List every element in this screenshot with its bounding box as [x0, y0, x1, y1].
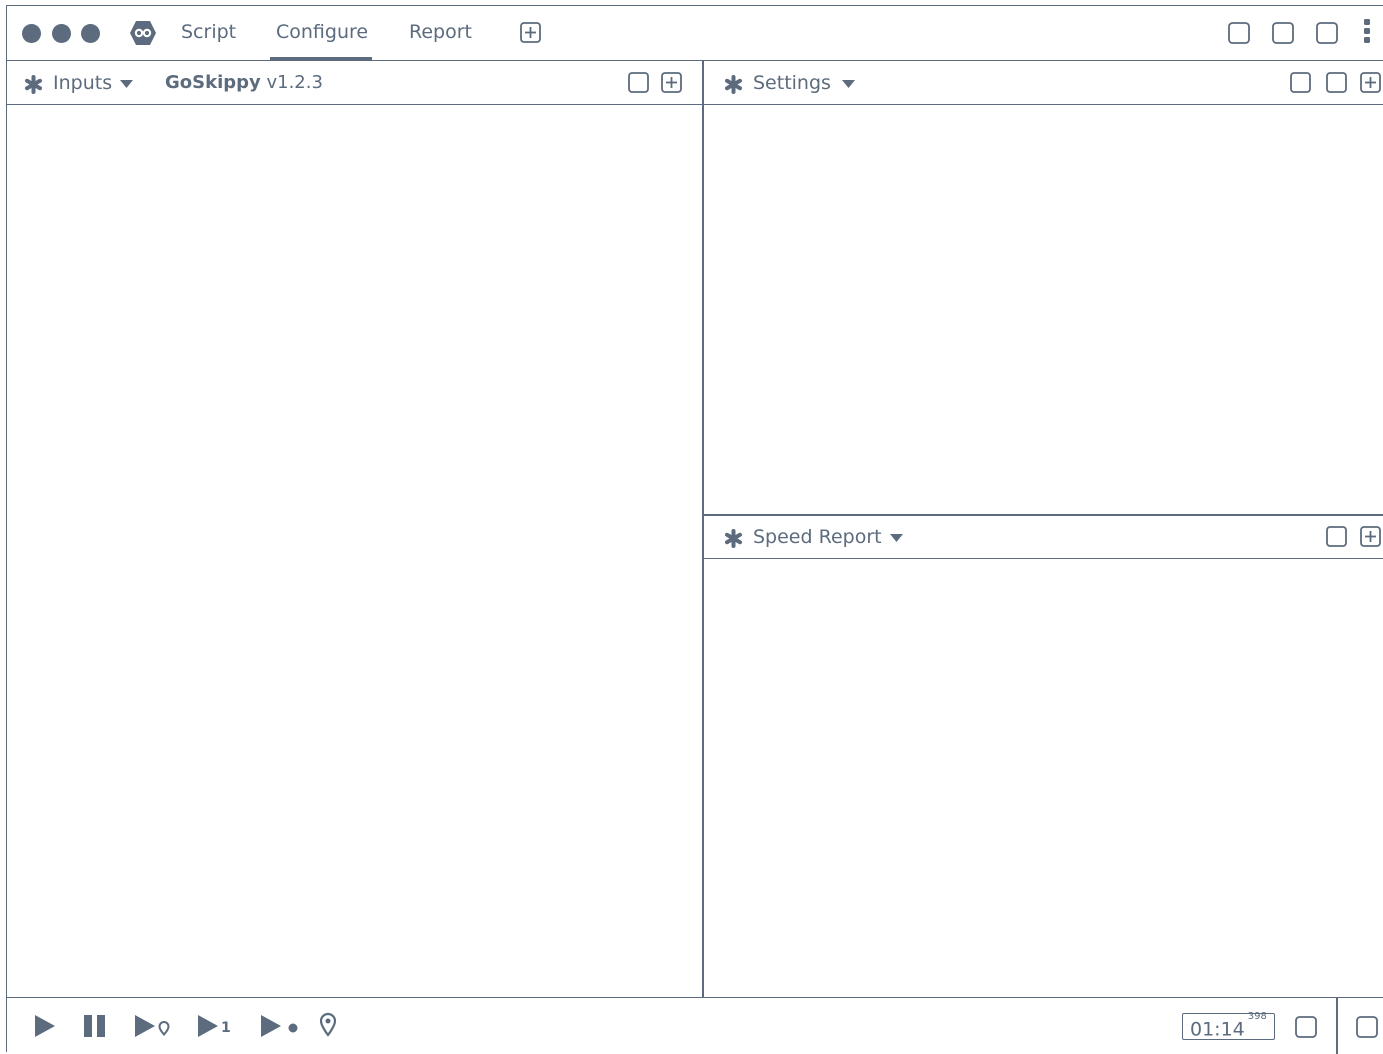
marker-icon[interactable] — [319, 1012, 337, 1038]
step-one-button[interactable]: 1 — [197, 1014, 239, 1038]
play-icon[interactable] — [34, 1014, 56, 1038]
asterisk-icon — [725, 529, 742, 548]
add-icon[interactable] — [1360, 526, 1381, 547]
chevron-down-icon[interactable] — [120, 80, 133, 88]
app-logo-icon — [130, 21, 156, 45]
asterisk-icon — [725, 75, 742, 94]
tab-report[interactable]: Report — [409, 20, 472, 60]
tab-configure[interactable]: Configure — [269, 20, 373, 61]
settings-panel-title: Settings — [753, 72, 831, 94]
playback-toolbar: 1 01:14398 — [7, 997, 1383, 1054]
tab-script[interactable]: Script — [181, 20, 236, 60]
square-icon[interactable] — [1228, 22, 1250, 44]
play-record-icon[interactable] — [260, 1014, 300, 1038]
square-icon[interactable] — [1356, 1016, 1378, 1038]
timer-main: 01:14 — [1190, 1018, 1245, 1041]
square-icon[interactable] — [1326, 526, 1347, 547]
square-icon[interactable] — [628, 72, 649, 93]
script-name: GoSkippy — [165, 72, 261, 93]
app-window: Script Configure Report Inputs GoSkippy … — [6, 5, 1383, 1054]
more-vertical-icon[interactable] — [1362, 18, 1372, 44]
step-count-label: 1 — [221, 1020, 231, 1036]
add-icon[interactable] — [661, 72, 682, 93]
square-icon[interactable] — [1295, 1016, 1317, 1038]
speed-report-panel-header: Speed Report — [703, 515, 1383, 559]
settings-panel-header: Settings — [703, 61, 1383, 105]
asterisk-icon — [25, 75, 42, 94]
pause-icon[interactable] — [83, 1014, 107, 1038]
toolbar-divider — [1336, 998, 1338, 1054]
script-version: v1.2.3 — [266, 72, 323, 93]
inputs-panel-header: Inputs GoSkippy v1.2.3 — [7, 61, 702, 105]
play-to-marker-icon[interactable] — [134, 1014, 172, 1038]
add-icon[interactable] — [1360, 72, 1381, 93]
close-window-button[interactable] — [22, 24, 41, 43]
script-version-label: GoSkippy v1.2.3 — [165, 71, 323, 95]
inputs-panel-title: Inputs — [53, 72, 113, 94]
timer-fraction: 398 — [1247, 1011, 1267, 1022]
chevron-down-icon[interactable] — [890, 534, 903, 542]
add-tab-icon[interactable] — [520, 22, 541, 43]
play-icon — [198, 1015, 218, 1037]
chevron-down-icon[interactable] — [842, 80, 855, 88]
maximize-window-button[interactable] — [81, 24, 100, 43]
square-icon[interactable] — [1290, 72, 1311, 93]
square-icon[interactable] — [1326, 72, 1347, 93]
minimize-window-button[interactable] — [52, 24, 71, 43]
elapsed-timer: 01:14398 — [1182, 1011, 1275, 1041]
speed-report-panel-title: Speed Report — [753, 526, 882, 548]
square-icon[interactable] — [1272, 22, 1294, 44]
title-bar: Script Configure Report — [7, 6, 1383, 61]
square-icon[interactable] — [1316, 22, 1338, 44]
